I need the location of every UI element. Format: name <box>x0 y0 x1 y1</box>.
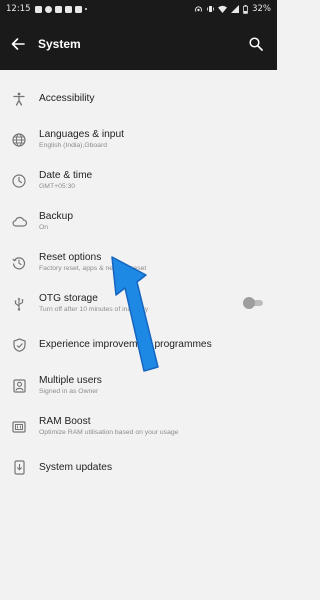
more-notifications-icon <box>84 8 87 10</box>
signal-icon <box>231 5 240 13</box>
setting-languages-input[interactable]: Languages & input English (India),Gboard <box>0 119 277 160</box>
system-update-icon <box>0 447 38 488</box>
setting-subtitle: On <box>39 224 49 231</box>
user-icon <box>0 365 38 406</box>
ram-icon <box>0 406 38 447</box>
setting-title: Experience improvement programmes <box>39 339 212 350</box>
status-bar: 12:15 32% <box>0 0 277 18</box>
battery-percentage: 32% <box>252 4 271 14</box>
setting-title: Reset options <box>39 252 102 263</box>
setting-experience-improvement[interactable]: Experience improvement programmes <box>0 324 277 365</box>
setting-title: Accessibility <box>39 93 95 104</box>
youtube-icon <box>34 5 42 13</box>
toggle-knob <box>243 297 255 309</box>
setting-title: Languages & input <box>39 129 124 140</box>
battery-icon <box>243 4 248 14</box>
setting-title: OTG storage <box>39 293 98 304</box>
setting-subtitle: Factory reset, apps & network reset <box>39 265 147 272</box>
search-button[interactable] <box>243 31 269 57</box>
setting-title: Date & time <box>39 170 93 181</box>
setting-date-time[interactable]: Date & time GMT+05:30 <box>0 160 277 201</box>
otg-storage-toggle[interactable] <box>243 297 263 309</box>
setting-otg-storage[interactable]: OTG storage Turn off after 10 minutes of… <box>0 283 277 324</box>
status-time: 12:15 <box>6 4 31 14</box>
status-right: 32% <box>194 0 271 18</box>
back-button[interactable] <box>0 18 36 70</box>
setting-multiple-users[interactable]: Multiple users Signed in as Owner <box>0 365 277 406</box>
wifi-icon <box>218 5 228 13</box>
shield-icon <box>0 324 38 365</box>
facebook-icon <box>44 5 52 13</box>
clock-icon <box>0 160 38 201</box>
gmail-icon <box>74 5 82 13</box>
hotspot-icon <box>195 6 203 12</box>
accessibility-icon <box>0 78 38 119</box>
setting-subtitle: Signed in as Owner <box>39 388 99 395</box>
usb-icon <box>0 283 38 324</box>
setting-title: RAM Boost <box>39 416 91 427</box>
history-icon <box>0 242 38 283</box>
youtube-icon <box>54 5 62 13</box>
setting-subtitle: Turn off after 10 minutes of inactivity <box>39 306 149 313</box>
vibrate-icon <box>207 6 214 12</box>
setting-title: Backup <box>39 211 73 222</box>
setting-title: System updates <box>39 462 113 473</box>
youtube-icon <box>64 5 72 13</box>
setting-system-updates[interactable]: System updates <box>0 447 277 488</box>
cloud-icon <box>0 201 38 242</box>
setting-backup[interactable]: Backup On <box>0 201 277 242</box>
page-title: System <box>38 37 81 51</box>
search-icon <box>249 37 263 51</box>
setting-accessibility[interactable]: Accessibility <box>0 78 277 119</box>
notification-icons <box>34 5 87 13</box>
setting-title: Multiple users <box>39 375 102 386</box>
settings-list: Accessibility Languages & input English … <box>0 78 277 488</box>
globe-icon <box>0 119 38 160</box>
back-arrow-icon <box>11 38 25 50</box>
app-bar: System <box>0 18 277 70</box>
setting-reset-options[interactable]: Reset options Factory reset, apps & netw… <box>0 242 277 283</box>
setting-subtitle: GMT+05:30 <box>39 183 76 190</box>
setting-subtitle: Optimize RAM utilisation based on your u… <box>39 429 179 436</box>
setting-ram-boost[interactable]: RAM Boost Optimize RAM utilisation based… <box>0 406 277 447</box>
setting-subtitle: English (India),Gboard <box>39 142 108 149</box>
